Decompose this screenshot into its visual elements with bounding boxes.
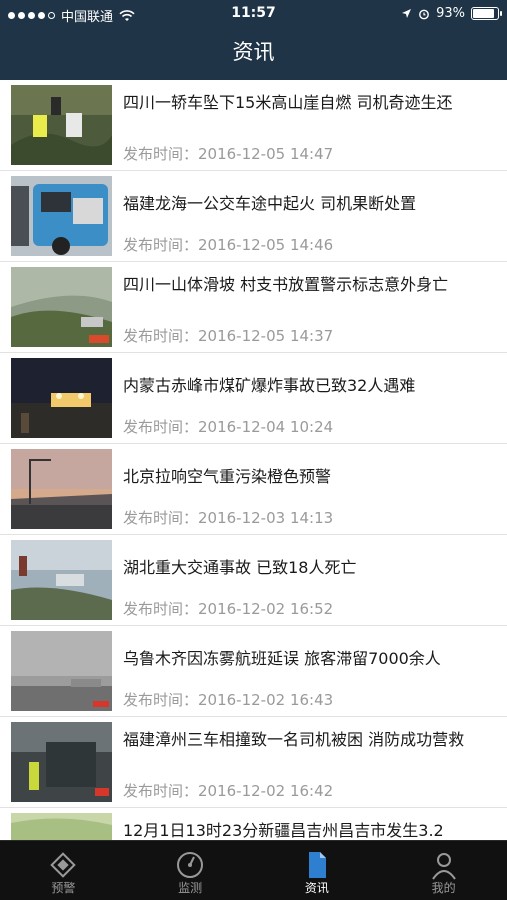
news-thumbnail xyxy=(11,176,112,256)
news-publish-time: 发布时间：2016-12-03 14:13 xyxy=(123,509,334,527)
news-headline: 乌鲁木齐因冻雾航班延误 旅客滞留7000余人 xyxy=(123,649,441,668)
nav-header: 中国联通 11:57 93% 资讯 xyxy=(0,0,507,80)
battery-percent: 93% xyxy=(436,6,465,21)
news-item[interactable]: 福建漳州三车相撞致一名司机被困 消防成功营救 发布时间：2016-12-02 1… xyxy=(0,717,507,808)
news-thumbnail xyxy=(11,449,112,529)
tab-news[interactable]: 资讯 xyxy=(254,841,381,900)
news-headline: 12月1日13时23分新疆昌吉州昌吉市发生3.2 xyxy=(123,821,444,840)
news-thumbnail xyxy=(11,540,112,620)
news-item[interactable]: 乌鲁木齐因冻雾航班延误 旅客滞留7000余人 发布时间：2016-12-02 1… xyxy=(0,626,507,717)
news-thumbnail xyxy=(11,267,112,347)
news-headline: 四川一轿车坠下15米高山崖自燃 司机奇迹生还 xyxy=(123,93,453,112)
tab-label: 预警 xyxy=(51,881,76,895)
tab-label: 资讯 xyxy=(304,881,329,895)
tab-label: 监测 xyxy=(178,881,203,895)
news-thumbnail xyxy=(11,358,112,438)
news-headline: 四川一山体滑坡 村支书放置警示标志意外身亡 xyxy=(123,275,449,294)
news-thumbnail xyxy=(11,85,112,165)
news-headline: 福建龙海一公交车途中起火 司机果断处置 xyxy=(123,194,417,213)
news-item[interactable]: 12月1日13时23分新疆昌吉州昌吉市发生3.2 xyxy=(0,808,507,840)
news-thumbnail xyxy=(11,813,112,840)
location-arrow-icon xyxy=(402,9,412,18)
news-headline: 内蒙古赤峰市煤矿爆炸事故已致32人遇难 xyxy=(123,376,416,395)
news-publish-time: 发布时间：2016-12-05 14:46 xyxy=(123,236,334,254)
warning-icon xyxy=(50,852,77,878)
gauge-icon xyxy=(177,852,204,878)
alarm-icon xyxy=(419,9,429,19)
tab-profile[interactable]: 我的 xyxy=(380,841,507,900)
tab-warning[interactable]: 预警 xyxy=(0,841,127,900)
news-publish-time: 发布时间：2016-12-02 16:52 xyxy=(123,600,334,618)
news-item[interactable]: 福建龙海一公交车途中起火 司机果断处置 发布时间：2016-12-05 14:4… xyxy=(0,171,507,262)
news-publish-time: 发布时间：2016-12-04 10:24 xyxy=(123,418,334,436)
news-item[interactable]: 湖北重大交通事故 已致18人死亡 发布时间：2016-12-02 16:52 xyxy=(0,535,507,626)
news-item[interactable]: 内蒙古赤峰市煤矿爆炸事故已致32人遇难 发布时间：2016-12-04 10:2… xyxy=(0,353,507,444)
user-icon xyxy=(431,853,456,880)
tab-label: 我的 xyxy=(431,881,456,895)
news-list[interactable]: 四川一轿车坠下15米高山崖自燃 司机奇迹生还 发布时间：2016-12-05 1… xyxy=(0,80,507,840)
news-publish-time: 发布时间：2016-12-02 16:42 xyxy=(123,782,334,800)
news-thumbnail xyxy=(11,631,112,711)
news-item[interactable]: 北京拉响空气重污染橙色预警 发布时间：2016-12-03 14:13 xyxy=(0,444,507,535)
news-publish-time: 发布时间：2016-12-02 16:43 xyxy=(123,691,334,709)
news-item[interactable]: 四川一轿车坠下15米高山崖自燃 司机奇迹生还 发布时间：2016-12-05 1… xyxy=(0,80,507,171)
news-headline: 北京拉响空气重污染橙色预警 xyxy=(123,467,332,486)
battery-icon xyxy=(471,7,502,20)
page-title: 资讯 xyxy=(232,40,275,64)
tab-monitor[interactable]: 监测 xyxy=(127,841,254,900)
news-publish-time: 发布时间：2016-12-05 14:37 xyxy=(123,327,334,345)
status-bar: 中国联通 11:57 93% xyxy=(0,0,507,28)
news-item[interactable]: 四川一山体滑坡 村支书放置警示标志意外身亡 发布时间：2016-12-05 14… xyxy=(0,262,507,353)
news-headline: 湖北重大交通事故 已致18人死亡 xyxy=(123,558,357,577)
document-icon xyxy=(308,852,326,878)
news-publish-time: 发布时间：2016-12-05 14:47 xyxy=(123,145,334,163)
tab-bar: 预警 监测 资讯 我的 xyxy=(0,840,507,900)
news-thumbnail xyxy=(11,722,112,802)
news-headline: 福建漳州三车相撞致一名司机被困 消防成功营救 xyxy=(123,730,465,749)
